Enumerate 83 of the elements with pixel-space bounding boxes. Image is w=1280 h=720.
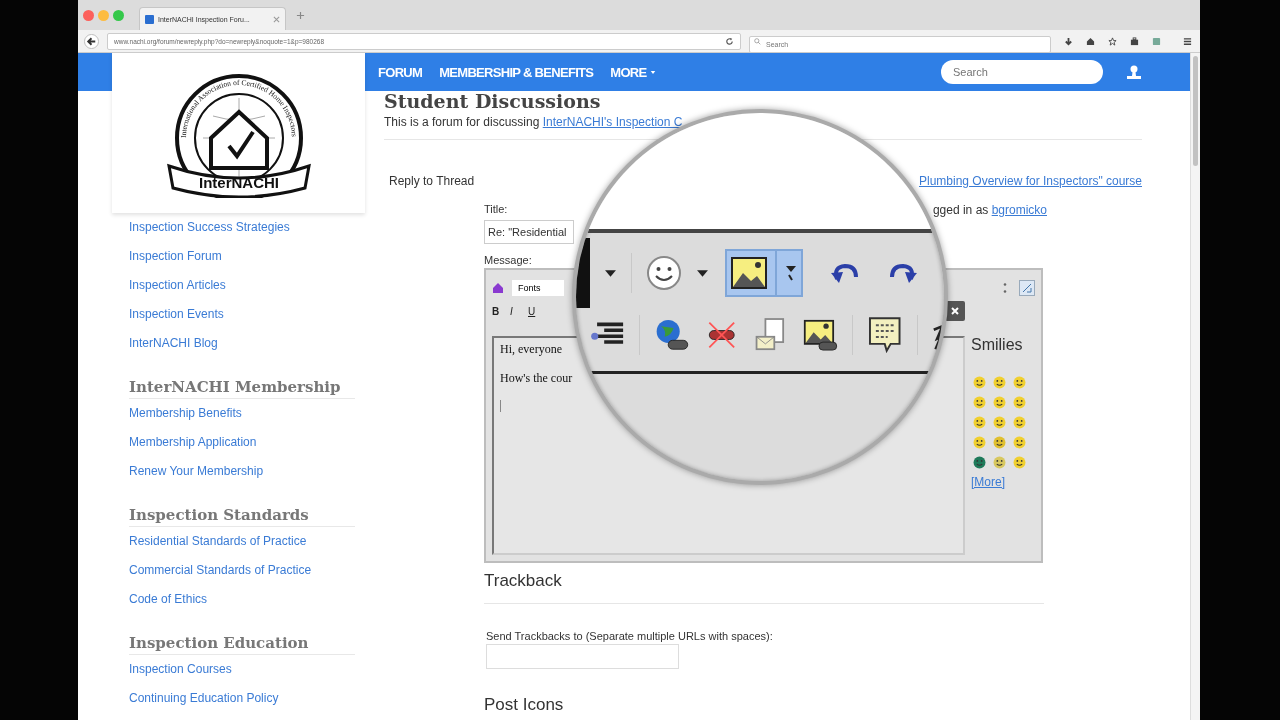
title-field[interactable]: Re: "Residential [484, 220, 574, 244]
reload-icon[interactable] [725, 36, 734, 46]
sidebar-link[interactable]: Inspection Articles [129, 271, 226, 300]
smiley-icon[interactable] [993, 436, 1006, 449]
search-field[interactable]: Search [941, 60, 1103, 84]
insert-image-button[interactable] [725, 249, 803, 297]
title-label: Title: [484, 203, 508, 217]
smiley-icon[interactable] [1013, 416, 1026, 429]
sidebar-link[interactable]: Inspection Success Strategies [129, 213, 290, 242]
section-heading: Trackback [484, 571, 563, 591]
caret-icon[interactable] [696, 268, 709, 278]
smiley-icon[interactable] [973, 456, 986, 469]
smiley-icon[interactable] [993, 396, 1006, 409]
comment-icon[interactable] [867, 315, 903, 355]
sidebar-link[interactable]: Inspection Events [129, 300, 224, 329]
sidebar-link[interactable]: Renew Your Membership [129, 457, 264, 486]
sidebar-link[interactable]: Membership Application [129, 428, 257, 457]
message-label: Message: [484, 254, 533, 266]
sidebar-link[interactable]: Inspection Courses [129, 655, 232, 684]
smiley-icon[interactable] [993, 376, 1006, 389]
course-link[interactable]: Plumbing Overview for Inspectors" course [919, 174, 1142, 188]
sidebar-link[interactable]: Continuing Education Policy [129, 684, 279, 713]
section-heading: Post Icons [484, 695, 565, 715]
format-button[interactable]: I [510, 305, 522, 317]
caret-icon[interactable] [604, 268, 617, 278]
smiley-icon[interactable] [1013, 436, 1026, 449]
message-text: Hi, everyone [500, 342, 563, 357]
trackback-field[interactable] [486, 644, 679, 669]
nav-link[interactable]: MORE [610, 64, 657, 80]
nav-link[interactable]: FORUM [378, 64, 423, 80]
home-icon[interactable] [1086, 36, 1095, 46]
more-link[interactable]: [More] [971, 475, 1005, 489]
username-link[interactable]: bgromicko [991, 203, 1047, 217]
trackback-label: Send Trackbacks to (Separate multiple URLs with spaces): [486, 630, 774, 642]
smiley-icon[interactable] [1013, 376, 1026, 389]
smiley-icon[interactable] [973, 376, 986, 389]
smiley-icon[interactable] [646, 255, 682, 291]
smiley-icon[interactable] [993, 416, 1006, 429]
image-icon [731, 257, 767, 289]
house-icon[interactable] [492, 282, 504, 294]
sidebar-link[interactable]: Commercial Standards of Practice [129, 556, 312, 585]
reply-heading: Reply to Thread [389, 174, 475, 188]
smiley-icon[interactable] [973, 396, 986, 409]
nav-link[interactable]: MEMBERSHIP & BENEFITS [439, 64, 594, 80]
undo-icon[interactable] [829, 261, 861, 285]
caret-icon [785, 265, 797, 281]
font-select[interactable]: Fonts [512, 280, 564, 296]
text-cursor [500, 400, 501, 412]
back-icon[interactable] [84, 33, 99, 49]
forum-description: This is a forum for discussing InterNACHI's Inspection C [384, 115, 683, 129]
smilies-heading: Smilies [971, 336, 1024, 354]
smiley-icon[interactable] [973, 436, 986, 449]
sidebar-link[interactable]: Membership Benefits [129, 399, 242, 428]
smiley-icon[interactable] [1013, 396, 1026, 409]
smiley-icon[interactable] [993, 456, 1006, 469]
description-link[interactable]: InterNACHI's Inspection C [542, 115, 683, 129]
redo-icon[interactable] [887, 261, 919, 285]
smiley-icon[interactable] [973, 416, 986, 429]
forum-title: Student Discussions [384, 91, 601, 111]
briefcase-icon[interactable] [1130, 36, 1139, 46]
sidebar-link[interactable]: InterNACHI Blog [129, 329, 218, 358]
download-icon[interactable] [1064, 36, 1073, 46]
close-icon[interactable] [945, 301, 965, 321]
format-button[interactable]: B [492, 305, 504, 317]
sidebar-link[interactable]: Residential Standards of Practice [129, 527, 307, 556]
page-icon [145, 14, 154, 24]
star-icon[interactable] [1108, 36, 1117, 46]
smiley-icon[interactable] [1013, 456, 1026, 469]
search-icon [754, 37, 761, 45]
message-text: How's the cour [500, 371, 574, 386]
new-tab-icon[interactable] [296, 10, 305, 20]
sidebar-heading: Inspection Standards [129, 506, 355, 527]
user-icon[interactable] [1126, 64, 1142, 80]
color-swatch[interactable] [576, 238, 590, 308]
format-button[interactable]: U [528, 305, 540, 317]
logged-in-text: gged in as bgromicko [932, 203, 1047, 217]
scrollbar[interactable] [1190, 53, 1200, 720]
resize-icon[interactable] [1019, 280, 1035, 296]
sidebar-heading: InterNACHI Membership [129, 378, 355, 399]
sidebar-link[interactable]: Inspection Forum [129, 242, 222, 271]
sidebar-heading: Inspection Education [129, 634, 355, 655]
sidebar-link[interactable]: Code of Ethics [129, 585, 208, 614]
menu-icon[interactable] [1183, 36, 1192, 46]
